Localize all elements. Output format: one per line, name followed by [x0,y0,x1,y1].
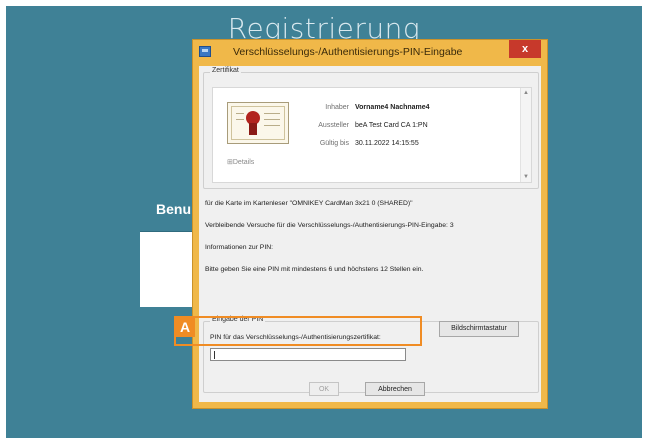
details-label: Details [232,159,255,166]
background-panel-heading: Benu [156,201,191,217]
remaining-attempts-text: Verbleibende Versuche für die Verschlüss… [205,222,454,229]
dialog-titlebar[interactable]: Verschlüsselungs-/Authentisierungs-PIN-E… [193,40,547,66]
pin-dialog: Verschlüsselungs-/Authentisierungs-PIN-E… [192,39,548,409]
text-caret [214,351,215,359]
details-toggle[interactable]: ⊞Details [227,158,254,166]
certificate-panel: Inhaber Vorname4 Nachname4 Aussteller beA … [212,87,532,183]
scroll-up-icon[interactable]: ▲ [523,90,529,96]
card-reader-text: für die Karte im Kartenleser "OMNIKEY Ca… [205,200,413,207]
certificate-scrollbar[interactable]: ▲ ▼ [520,88,531,182]
dialog-title: Verschlüsselungs-/Authentisierungs-PIN-E… [233,46,463,58]
issuer-key: Aussteller [318,122,349,129]
close-button[interactable]: x [509,40,541,58]
certificate-valid-row: Gültig bis 30.11.2022 14:15:55 [301,140,419,147]
certificate-group: Zertifikat InhaberVorname4 Nachname4 Au [203,67,539,189]
annotation-highlight-box [174,316,422,346]
dialog-body: Zertifikat InhaberVorname4 Nachname4 Au [199,66,541,402]
pin-input[interactable] [210,348,406,361]
valid-until-value: 30.11.2022 14:15:55 [355,140,419,147]
certificate-group-label: Zertifikat [210,67,241,74]
holder-value: Vorname4 Nachname4 [355,104,430,111]
scroll-down-icon[interactable]: ▼ [523,174,529,180]
certificate-issuer-row: Aussteller beA Test Card CA 1:PN [301,122,428,129]
holder-key: Inhaber [325,104,349,111]
issuer-value: beA Test Card CA 1:PN [355,122,428,129]
onscreen-keyboard-button[interactable]: Bildschirmtastatur [439,321,519,337]
cancel-button[interactable]: Abbrechen [365,382,425,396]
annotation-marker: A [175,317,195,337]
app-icon [199,46,211,57]
valid-until-key: Gültig bis [319,140,349,147]
certificate-icon [227,102,289,144]
pin-info-heading: Informationen zur PIN: [205,244,273,251]
certificate-holder-row: Inhaber Vorname4 Nachname4 [301,104,430,111]
pin-length-hint: Bitte geben Sie eine PIN mit mindestens … [205,266,424,273]
ok-button[interactable]: OK [309,382,339,396]
